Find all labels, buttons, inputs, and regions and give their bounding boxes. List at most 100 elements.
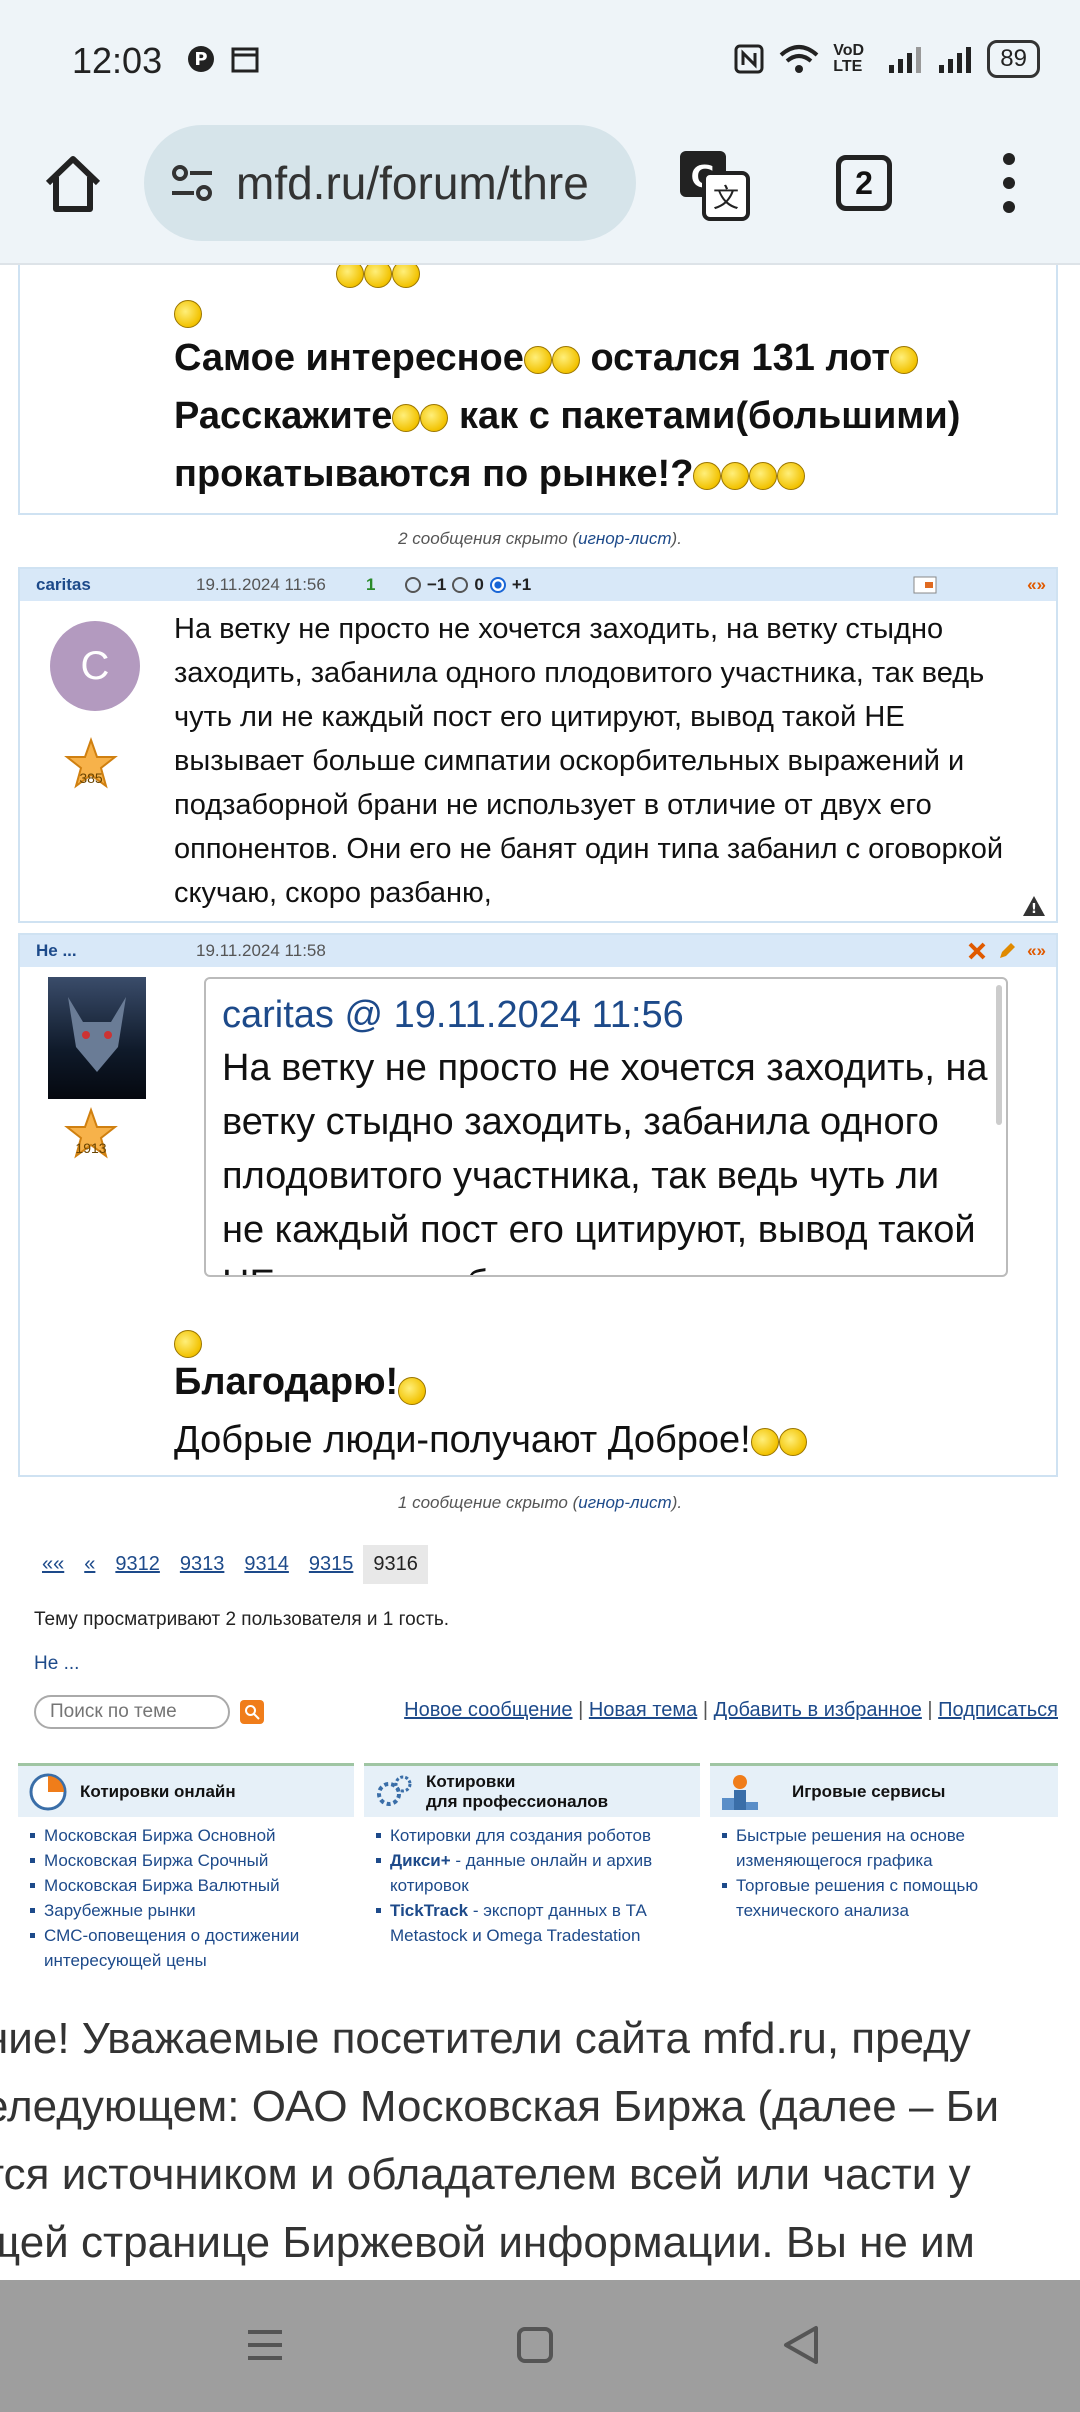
post-text-line: Самое интересное остался 131 лот bbox=[174, 329, 1040, 387]
forum-post: Самое интересное остался 131 лот Расскаж… bbox=[18, 265, 1058, 515]
clock-chart-icon bbox=[29, 1773, 67, 1810]
search-button[interactable] bbox=[240, 1700, 264, 1724]
system-icons: VoD LTE 89 bbox=[733, 40, 1040, 78]
home-button[interactable] bbox=[38, 149, 108, 219]
svg-text:!: ! bbox=[1031, 902, 1037, 917]
back-nav-button[interactable] bbox=[776, 2320, 826, 2370]
trophy-podium-icon bbox=[722, 1774, 758, 1810]
post-author[interactable]: caritas bbox=[36, 575, 91, 595]
page-link[interactable]: 9314 bbox=[234, 1545, 299, 1584]
footer-link[interactable]: Дикси+ - данные онлайн и архив котировок bbox=[364, 1848, 700, 1898]
post-date[interactable]: 19.11.2024 11:56 bbox=[196, 575, 326, 595]
page-link[interactable]: 9315 bbox=[299, 1545, 364, 1584]
post-body: Самое интересное остался 131 лот Расскаж… bbox=[20, 265, 1056, 503]
viewer-user-link[interactable]: Не ... bbox=[34, 1653, 79, 1675]
quote-header: caritas @ 19.11.2024 11:56 bbox=[222, 994, 684, 1036]
prev-page-link[interactable]: « bbox=[74, 1545, 105, 1584]
rating-star: 1913 bbox=[64, 1106, 118, 1161]
post-score: 1 bbox=[366, 575, 376, 594]
post-author[interactable]: Не ... bbox=[36, 941, 77, 961]
reply-quote-button[interactable]: «» bbox=[1027, 575, 1046, 595]
ignore-list-link[interactable]: игнор-лист bbox=[578, 1493, 671, 1512]
page-link[interactable]: 9312 bbox=[105, 1545, 170, 1584]
footer-box-header: Котировки для профессионалов bbox=[364, 1763, 700, 1817]
site-settings-icon[interactable] bbox=[168, 159, 216, 207]
hidden-posts-note: 1 сообщение скрыто (игнор-лист). bbox=[397, 1493, 683, 1512]
browser-toolbar: mfd.ru/forum/thre G文 2 bbox=[0, 125, 1080, 265]
quote-block[interactable]: caritas @ 19.11.2024 11:56 На ветку не п… bbox=[204, 977, 1008, 1277]
vote-minus-label: −1 bbox=[427, 575, 447, 594]
reply-quote-button[interactable]: «» bbox=[1027, 941, 1046, 961]
post-body: 1913 caritas @ 19.11.2024 11:56 На ветку… bbox=[20, 967, 1056, 1477]
quote-scrollbar[interactable] bbox=[996, 985, 1002, 1125]
footer-link[interactable]: Московская Биржа Основной bbox=[18, 1823, 354, 1848]
edit-icon[interactable] bbox=[997, 941, 1017, 961]
pinterest-icon: P bbox=[188, 46, 214, 72]
vote-zero-label: 0 bbox=[474, 575, 484, 594]
footer-link[interactable]: Московская Биржа Срочный bbox=[18, 1848, 354, 1873]
search-input[interactable] bbox=[34, 1695, 230, 1729]
add-favorite-link[interactable]: Добавить в избранное bbox=[714, 1699, 922, 1721]
search-icon bbox=[245, 1705, 260, 1720]
delete-icon[interactable] bbox=[967, 941, 987, 961]
vote-controls: −1 0 +1 bbox=[405, 575, 531, 595]
topic-actions: Новое сообщение | Новая тема | Добавить … bbox=[404, 1699, 1058, 1721]
back-triangle-icon bbox=[784, 2326, 818, 2364]
page-link[interactable]: 9313 bbox=[170, 1545, 235, 1584]
home-icon bbox=[45, 156, 101, 212]
vote-plus-radio[interactable] bbox=[489, 577, 506, 593]
tabs-button[interactable]: 2 bbox=[836, 155, 892, 211]
footer-link[interactable]: СМС-оповещения о достижении интересующей… bbox=[18, 1923, 354, 1973]
network-type: VoD LTE bbox=[833, 42, 865, 75]
quote-author-link[interactable]: caritas bbox=[222, 994, 334, 1036]
svg-text:P: P bbox=[194, 49, 207, 70]
new-message-link[interactable]: Новое сообщение bbox=[404, 1699, 572, 1721]
post-text-line: Благодарю! bbox=[174, 1353, 427, 1411]
footer-quotes-online: Котировки онлайн Московская Биржа Основн… bbox=[18, 1763, 354, 1973]
home-nav-button[interactable] bbox=[510, 2320, 560, 2370]
new-topic-link[interactable]: Новая тема bbox=[589, 1699, 697, 1721]
vote-plus-label: +1 bbox=[511, 575, 532, 594]
footer-link[interactable]: Зарубежные рынки bbox=[18, 1898, 354, 1923]
footer-quotes-pro: Котировки для профессионалов Котировки дл… bbox=[364, 1763, 700, 1948]
report-icon[interactable]: ! bbox=[1022, 895, 1046, 917]
post-header: caritas 19.11.2024 11:56 1 −1 0 +1 «» bbox=[20, 569, 1056, 601]
notification-icons: P bbox=[186, 44, 260, 74]
footer-game-services: Игровые сервисы Быстрые решения на основ… bbox=[710, 1763, 1058, 1923]
quote-date-link[interactable]: 19.11.2024 11:56 bbox=[394, 994, 684, 1036]
emoji-group bbox=[336, 265, 420, 295]
vote-minus-radio[interactable] bbox=[405, 577, 421, 593]
url-text: mfd.ru/forum/thre bbox=[236, 157, 589, 209]
avatar[interactable]: C bbox=[50, 621, 140, 711]
signal-icon-1 bbox=[889, 47, 922, 73]
page-content: Самое интересное остался 131 лот Расскаж… bbox=[0, 265, 1080, 2280]
wolf-avatar-image bbox=[68, 997, 126, 1072]
footer-link[interactable]: Котировки для создания роботов bbox=[364, 1823, 700, 1848]
ignore-list-link[interactable]: игнор-лист bbox=[578, 529, 671, 548]
post-text-line: Добрые люди-получают Доброе! bbox=[174, 1411, 807, 1469]
address-bar[interactable]: mfd.ru/forum/thre bbox=[144, 125, 636, 241]
recents-button[interactable] bbox=[240, 2320, 290, 2370]
first-page-link[interactable]: «« bbox=[32, 1545, 74, 1584]
footer-link-list: Московская Биржа Основной Московская Бир… bbox=[18, 1817, 354, 1973]
translate-button[interactable]: G文 bbox=[674, 145, 754, 225]
quote-text: На ветку не просто не хочется заходить, … bbox=[222, 1047, 988, 1275]
avatar[interactable] bbox=[48, 977, 146, 1099]
footer-link[interactable]: Московская Биржа Валютный bbox=[18, 1873, 354, 1898]
overflow-menu-button[interactable] bbox=[994, 153, 1024, 213]
current-page: 9316 bbox=[363, 1545, 428, 1584]
post-date[interactable]: 19.11.2024 11:58 bbox=[196, 941, 326, 961]
forum-post: Не ... 19.11.2024 11:58 «» 1913 caritas … bbox=[18, 933, 1058, 1477]
forum-post: caritas 19.11.2024 11:56 1 −1 0 +1 «» C … bbox=[18, 567, 1058, 923]
pagination: «« « 9312 9313 9314 9315 9316 bbox=[32, 1545, 428, 1584]
footer-link[interactable]: Торговые решения с помощью технического … bbox=[710, 1873, 1058, 1923]
post-body: C 385 На ветку не просто не хочется захо… bbox=[20, 601, 1056, 917]
vote-zero-radio[interactable] bbox=[452, 577, 469, 593]
footer-link[interactable]: TickTrack - экспорт данных в ТА Metastoc… bbox=[364, 1898, 700, 1948]
footer-link[interactable]: Быстрые решения на основе изменяющегося … bbox=[710, 1823, 1058, 1873]
subscribe-link[interactable]: Подписаться bbox=[938, 1699, 1058, 1721]
card-icon[interactable] bbox=[913, 576, 937, 594]
post-text-line: прокатываются по рынке!? bbox=[174, 445, 1040, 503]
post-actions: «» bbox=[913, 575, 1046, 595]
post-text: На ветку не просто не хочется заходить, … bbox=[174, 613, 1004, 909]
